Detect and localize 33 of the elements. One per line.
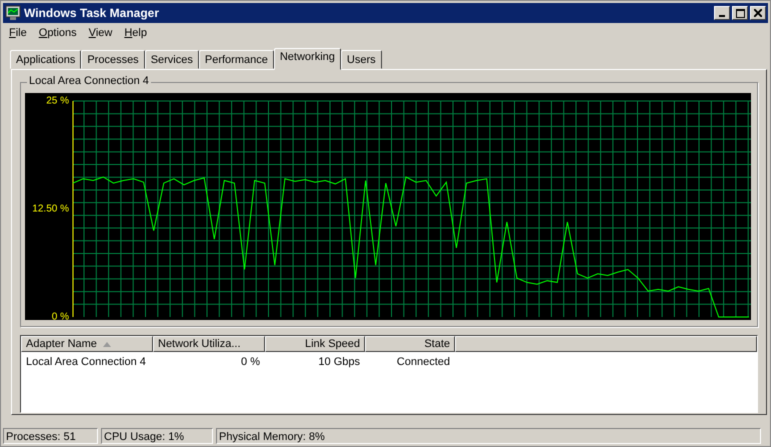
tab[interactable]: Performance [198,50,274,69]
status-text: Processes: 51 [3,428,98,444]
tab[interactable]: Networking [274,48,341,70]
sort-up-icon [102,342,111,346]
column-header[interactable]: Network Utiliza... [153,336,265,352]
column-header[interactable]: Adapter Name [21,336,153,352]
axis-label: 0 % [52,312,69,320]
status-text: CPU Usage: 1% [101,428,213,444]
table-cell-text: Connected [396,356,451,368]
minimize-button[interactable] [714,6,730,20]
maximize-icon [736,8,744,18]
menu-item[interactable]: Options [32,26,83,40]
menu-item[interactable]: File [3,26,33,40]
tab[interactable]: Users [340,50,382,69]
menu-item[interactable]: Help [118,26,153,40]
menu-item[interactable]: View [82,26,118,40]
window-title: Windows Task Manager [24,6,160,20]
axis-label: 25 % [46,96,69,106]
maximize-button[interactable] [732,6,748,20]
tab[interactable]: Applications [10,50,82,69]
tab[interactable]: Processes [81,50,145,69]
axis-label: 12.50 % [32,204,69,214]
group-title: Local Area Connection 4 [27,75,151,87]
monitor-icon [5,5,21,21]
close-button[interactable] [750,6,766,20]
tab[interactable]: Services [144,50,199,69]
close-icon [754,9,762,17]
table-cell-text: 10 Gbps [317,356,361,368]
table-cell-text: Local Area Connection 4 [25,356,147,368]
table-cell-text: 0 % [240,356,261,368]
column-header[interactable]: State [365,336,455,352]
column-header[interactable]: Link Speed [265,336,365,352]
status-text: Physical Memory: 8% [216,428,761,444]
